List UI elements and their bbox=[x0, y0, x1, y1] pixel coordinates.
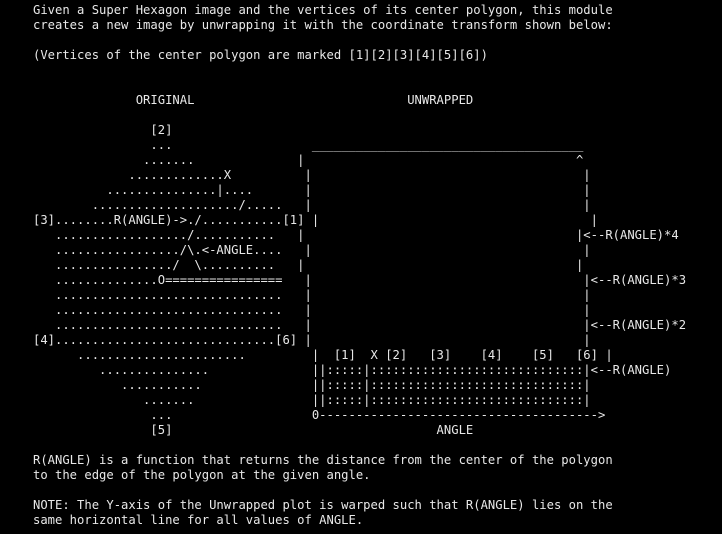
text-line: [3]........R(ANGLE)->./...........[1] | … bbox=[33, 213, 598, 227]
text-line: ....... | ^ bbox=[33, 153, 584, 167]
text-line: ....................... | [1] X [2] [3] … bbox=[33, 348, 613, 362]
text-line bbox=[33, 63, 686, 78]
text-line: ................./\.<-ANGLE.... | | bbox=[33, 243, 591, 257]
text-line bbox=[33, 78, 686, 93]
text-line: ... ____________________________________… bbox=[33, 138, 584, 152]
text-line: NOTE: The Y-axis of the Unwrapped plot i… bbox=[33, 498, 613, 512]
text-line: same horizontal line for all values of A… bbox=[33, 513, 364, 527]
text-line: Given a Super Hexagon image and the vert… bbox=[33, 3, 613, 17]
text-line: [4]..............................[6] | | bbox=[33, 333, 591, 347]
text-line: R(ANGLE) is a function that returns the … bbox=[33, 453, 613, 467]
ascii-diagram: Given a Super Hexagon image and the vert… bbox=[33, 3, 686, 528]
text-line: ............................... | | bbox=[33, 288, 591, 302]
text-line: (Vertices of the center polygon are mark… bbox=[33, 48, 488, 62]
text-line bbox=[33, 108, 686, 123]
text-line: ..................../..... | | bbox=[33, 198, 591, 212]
text-line: ........... ||:::::|::::::::::::::::::::… bbox=[33, 378, 591, 392]
terminal-screen: { "text_lines": [ "Given a Super Hexagon… bbox=[0, 0, 722, 534]
text-line: ............................... | | bbox=[33, 303, 591, 317]
text-line: to the edge of the polygon at the given … bbox=[33, 468, 371, 482]
text-line: ... 0-----------------------------------… bbox=[33, 408, 606, 422]
text-line bbox=[33, 483, 686, 498]
text-line: ...............|.... | | bbox=[33, 183, 591, 197]
text-line: ................/ \.......... | | bbox=[33, 258, 584, 272]
text-line bbox=[33, 438, 686, 453]
text-line: ..............O================ | |<--R(… bbox=[33, 273, 687, 287]
text-line: ....... ||:::::|::::::::::::::::::::::::… bbox=[33, 393, 591, 407]
text-line: creates a new image by unwrapping it wit… bbox=[33, 18, 613, 32]
text-line: ............... ||:::::|::::::::::::::::… bbox=[33, 363, 672, 377]
text-line: ORIGINAL UNWRAPPED bbox=[33, 93, 474, 107]
text-line: ............................... | |<--R(… bbox=[33, 318, 687, 332]
text-line bbox=[33, 33, 686, 48]
text-line: [2] bbox=[33, 123, 173, 137]
text-line: .............X | | bbox=[33, 168, 591, 182]
text-line: ................../........... | |<--R(A… bbox=[33, 228, 679, 242]
text-line: [5] ANGLE bbox=[33, 423, 474, 437]
